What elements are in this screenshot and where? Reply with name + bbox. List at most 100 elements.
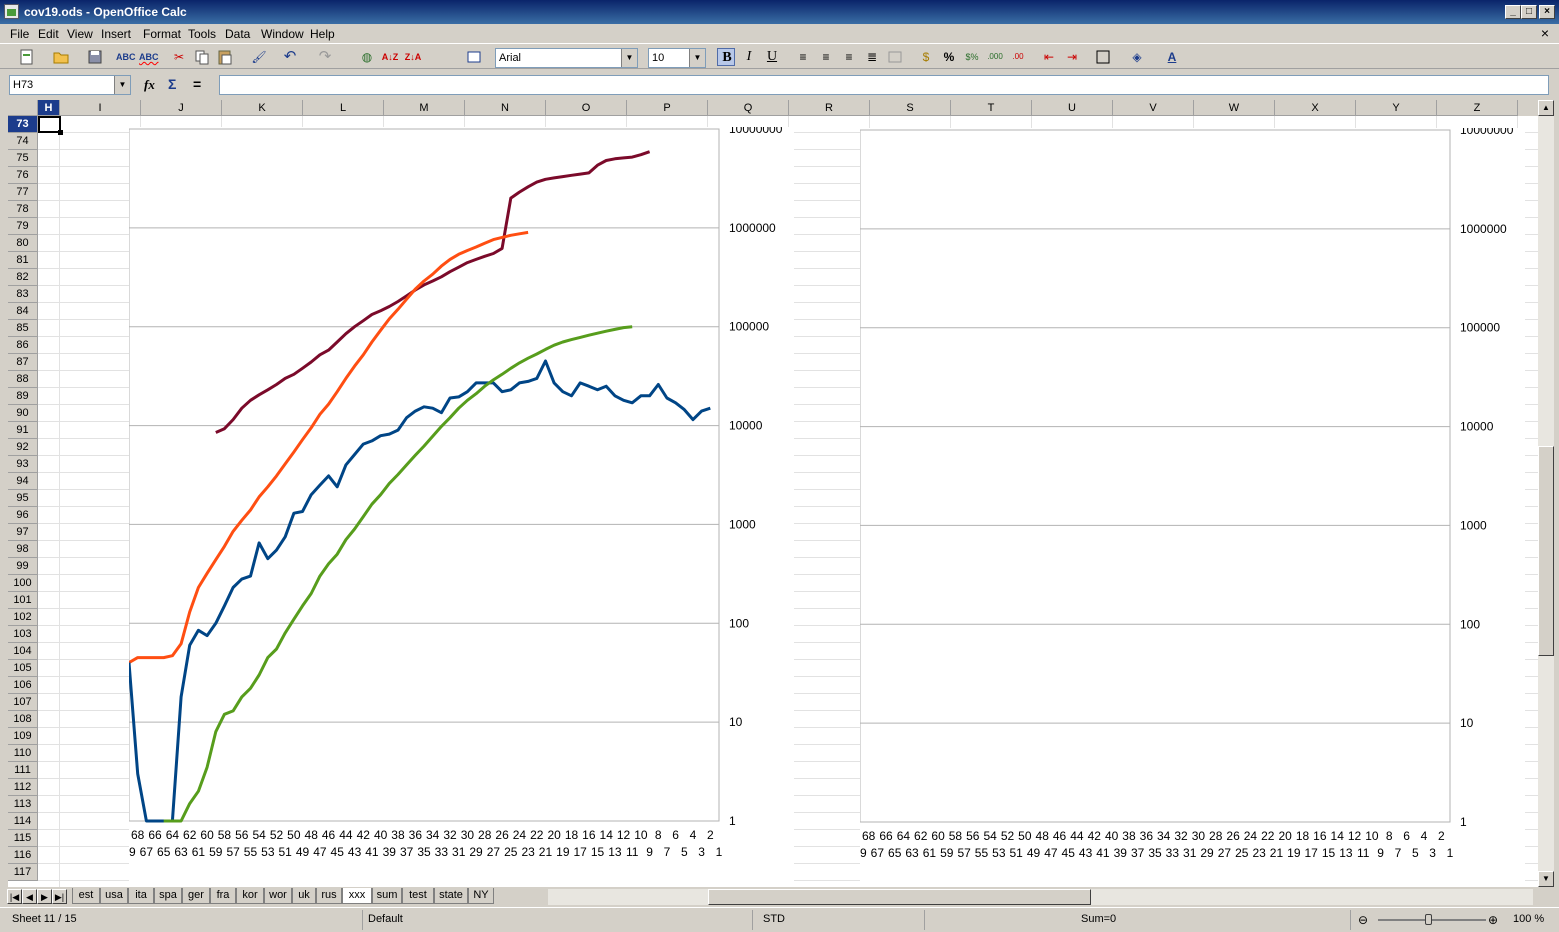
last-sheet-icon[interactable]: ▶| (52, 889, 67, 904)
row-header[interactable]: 113 (8, 796, 38, 813)
close-document-button[interactable]: × (1541, 25, 1549, 41)
row-header[interactable]: 82 (8, 269, 38, 286)
standard-format-icon[interactable]: $% (963, 48, 981, 66)
autospellcheck-icon[interactable]: ABC (139, 48, 159, 66)
column-header[interactable]: T (951, 100, 1032, 116)
save-icon[interactable] (86, 48, 104, 66)
increase-indent-icon[interactable]: ⇥ (1063, 48, 1081, 66)
first-sheet-icon[interactable]: |◀ (7, 889, 22, 904)
sheet-tab[interactable]: wor (264, 888, 292, 904)
select-all-corner[interactable] (8, 100, 38, 116)
column-header[interactable]: P (627, 100, 708, 116)
zoom-level[interactable]: 100 % (1513, 913, 1544, 925)
formula-input[interactable] (219, 75, 1549, 95)
merge-cells-icon[interactable] (886, 48, 904, 66)
zoom-in-icon[interactable]: ⊕ (1488, 913, 1498, 927)
row-header[interactable]: 79 (8, 218, 38, 235)
page-style[interactable]: Default (368, 913, 403, 925)
row-header[interactable]: 100 (8, 575, 38, 592)
sum-display[interactable]: Sum=0 (1081, 913, 1116, 925)
menu-edit[interactable]: Edit (38, 27, 59, 41)
close-button[interactable]: × (1539, 5, 1555, 19)
justify-icon[interactable]: ≣ (863, 48, 881, 66)
borders-icon[interactable] (1094, 48, 1112, 66)
selected-cell-cursor[interactable] (38, 116, 63, 135)
column-header[interactable]: Z (1437, 100, 1518, 116)
column-header[interactable]: W (1194, 100, 1275, 116)
row-header[interactable]: 90 (8, 405, 38, 422)
background-color-icon[interactable]: ◈ (1128, 48, 1146, 66)
column-header[interactable]: S (870, 100, 951, 116)
font-name-select[interactable]: Arial ▼ (495, 48, 638, 68)
row-header[interactable]: 102 (8, 609, 38, 626)
row-header[interactable]: 101 (8, 592, 38, 609)
redo-icon[interactable]: ↷ (316, 48, 334, 66)
sheet-tab[interactable]: uk (292, 888, 316, 904)
open-folder-icon[interactable] (52, 48, 70, 66)
row-header[interactable]: 77 (8, 184, 38, 201)
column-header[interactable]: H (38, 100, 60, 116)
row-header[interactable]: 98 (8, 541, 38, 558)
row-header[interactable]: 87 (8, 354, 38, 371)
menu-file[interactable]: File (10, 27, 29, 41)
chart-right[interactable]: 1000000010000001000001000010001001016967… (853, 123, 1525, 887)
row-header[interactable]: 109 (8, 728, 38, 745)
column-header[interactable]: N (465, 100, 546, 116)
delete-decimal-icon[interactable]: .00 (1009, 48, 1027, 66)
zoom-out-icon[interactable]: ⊖ (1358, 913, 1368, 927)
sheet-tab[interactable]: rus (316, 888, 342, 904)
paste-icon[interactable] (216, 48, 234, 66)
menu-insert[interactable]: Insert (101, 27, 131, 41)
vertical-scrollbar[interactable]: ▲ ▼ (1538, 100, 1554, 887)
zoom-slider[interactable] (1378, 919, 1486, 921)
column-header[interactable]: J (141, 100, 222, 116)
align-left-icon[interactable]: ≡ (794, 48, 812, 66)
column-header[interactable]: O (546, 100, 627, 116)
hyperlink-icon[interactable]: ◍ (358, 48, 376, 66)
minimize-button[interactable]: _ (1505, 5, 1521, 19)
zoom-slider-handle[interactable] (1425, 914, 1432, 925)
column-header[interactable]: Y (1356, 100, 1437, 116)
scroll-up-icon[interactable]: ▲ (1538, 100, 1554, 116)
spellcheck-icon[interactable]: ABC (116, 48, 136, 66)
row-header[interactable]: 92 (8, 439, 38, 456)
add-decimal-icon[interactable]: .000 (986, 48, 1004, 66)
sheet-tab[interactable]: NY (468, 888, 494, 904)
sheet-tab[interactable]: spa (154, 888, 182, 904)
menu-view[interactable]: View (67, 27, 93, 41)
sort-descending-icon[interactable]: Z↓A (404, 48, 422, 66)
row-header[interactable]: 89 (8, 388, 38, 405)
row-header[interactable]: 74 (8, 133, 38, 150)
sum-icon[interactable]: Σ (168, 76, 176, 92)
row-header[interactable]: 105 (8, 660, 38, 677)
row-header[interactable]: 97 (8, 524, 38, 541)
column-header[interactable]: V (1113, 100, 1194, 116)
vertical-scroll-thumb[interactable] (1538, 446, 1554, 656)
menu-window[interactable]: Window (261, 27, 304, 41)
font-color-icon[interactable]: A (1163, 48, 1181, 66)
column-header[interactable]: M (384, 100, 465, 116)
column-header[interactable]: K (222, 100, 303, 116)
next-sheet-icon[interactable]: ▶ (37, 889, 52, 904)
row-header[interactable]: 80 (8, 235, 38, 252)
horizontal-scroll-thumb[interactable] (708, 889, 1091, 905)
sheet-tab[interactable]: sum (372, 888, 402, 904)
row-header[interactable]: 108 (8, 711, 38, 728)
menu-data[interactable]: Data (225, 27, 250, 41)
row-header[interactable]: 85 (8, 320, 38, 337)
row-header[interactable]: 104 (8, 643, 38, 660)
row-header[interactable]: 88 (8, 371, 38, 388)
copy-icon[interactable] (193, 48, 211, 66)
row-header[interactable]: 114 (8, 813, 38, 830)
cut-icon[interactable]: ✂ (170, 48, 188, 66)
row-header[interactable]: 86 (8, 337, 38, 354)
font-size-select[interactable]: 10 ▼ (648, 48, 706, 68)
row-header[interactable]: 112 (8, 779, 38, 796)
row-header[interactable]: 115 (8, 830, 38, 847)
row-header[interactable]: 94 (8, 473, 38, 490)
row-header[interactable]: 91 (8, 422, 38, 439)
sheet-tab[interactable]: usa (100, 888, 128, 904)
row-header[interactable]: 81 (8, 252, 38, 269)
column-header[interactable]: X (1275, 100, 1356, 116)
row-header[interactable]: 84 (8, 303, 38, 320)
